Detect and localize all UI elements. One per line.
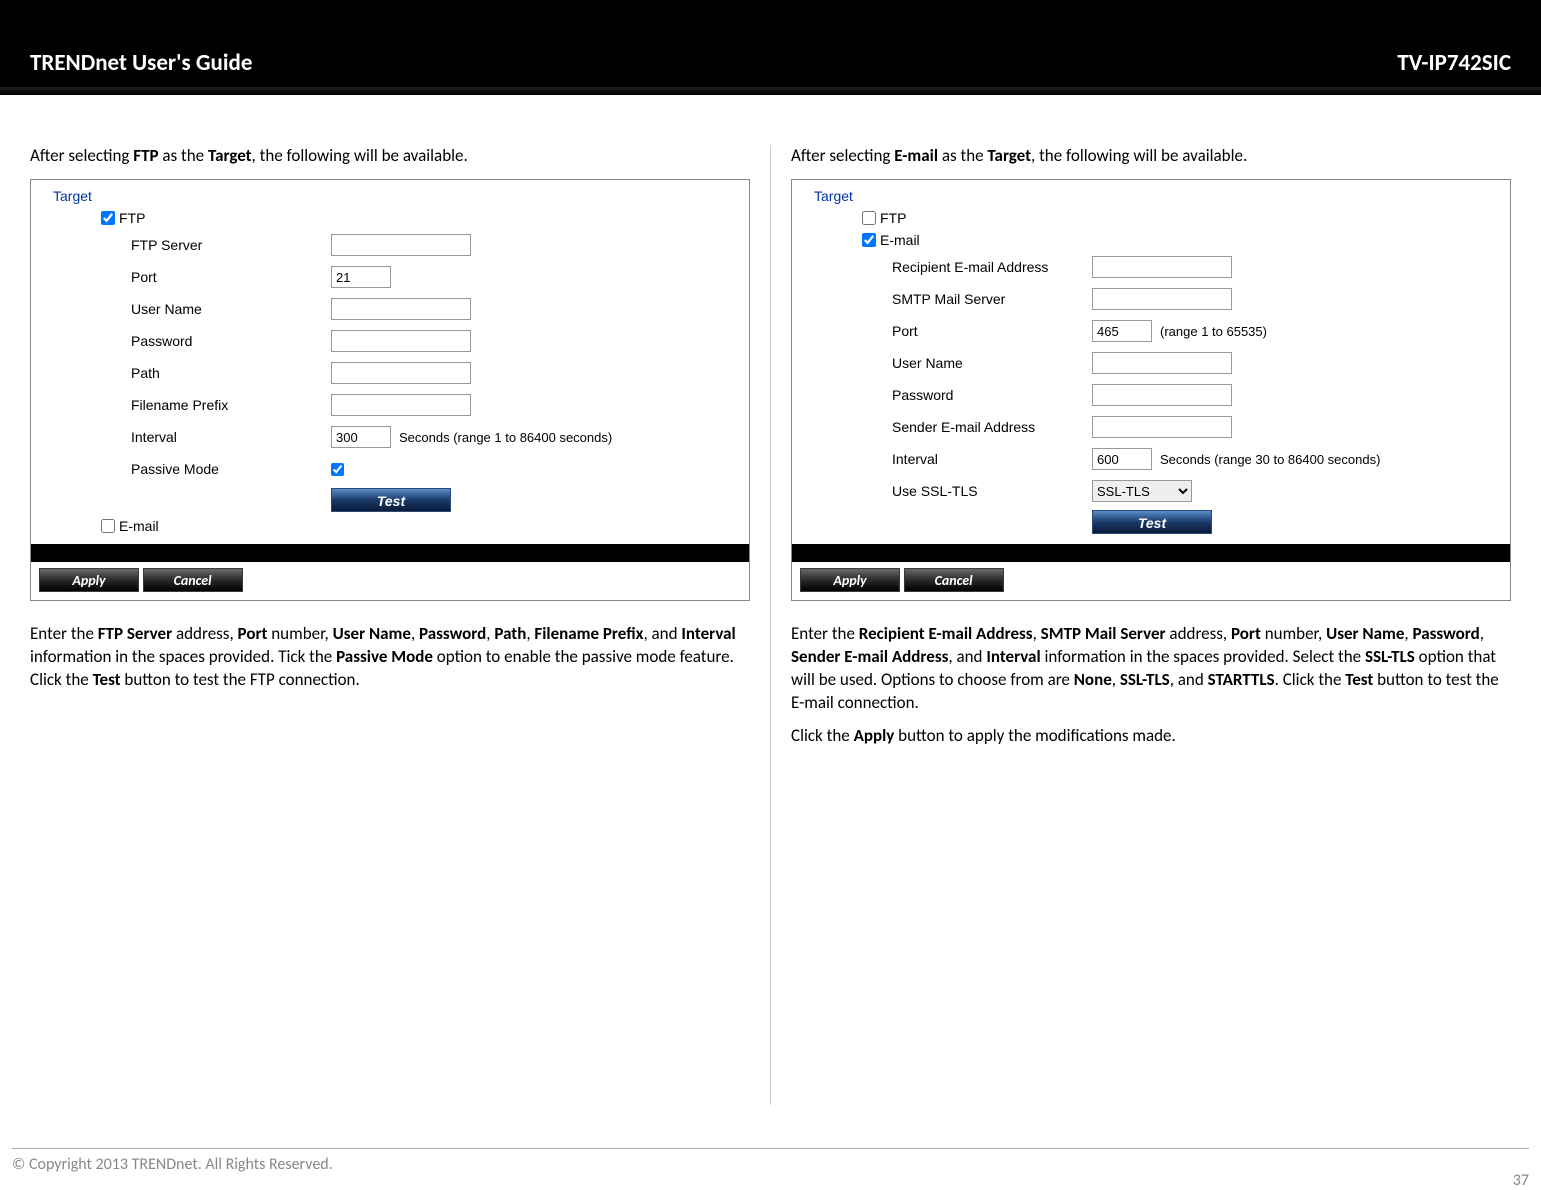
email-ftp-checkbox-row: FTP (802, 210, 1500, 226)
divider-strip-email (792, 544, 1510, 562)
ftp-email-label: E-mail (119, 518, 159, 534)
ftp-test-button[interactable]: Test (331, 488, 451, 512)
model-number: TV-IP742SIC (1397, 49, 1511, 77)
email-intro: After selecting E-mail as the Target, th… (791, 145, 1510, 167)
ftp-interval-input[interactable] (331, 426, 391, 448)
ftp-user-input[interactable] (331, 298, 471, 320)
email-password-label: Password (892, 387, 1092, 403)
ftp-description: Enter the FTP Server address, Port numbe… (30, 623, 750, 692)
ftp-passive-checkbox[interactable] (331, 463, 344, 476)
email-apply-button[interactable]: Apply (800, 568, 900, 592)
ftp-path-label: Path (131, 365, 331, 381)
ftp-checkbox[interactable] (101, 211, 115, 225)
left-column: After selecting FTP as the Target, the f… (10, 145, 770, 1105)
target-heading-email: Target (802, 188, 1500, 204)
email-checkbox-label: E-mail (880, 232, 920, 248)
email-user-input[interactable] (1092, 352, 1232, 374)
ftp-user-label: User Name (131, 301, 331, 317)
email-interval-hint: Seconds (range 30 to 86400 seconds) (1160, 452, 1380, 467)
ftp-intro: After selecting FTP as the Target, the f… (30, 145, 750, 167)
ftp-server-input[interactable] (331, 234, 471, 256)
ftp-path-input[interactable] (331, 362, 471, 384)
ftp-password-input[interactable] (331, 330, 471, 352)
email-interval-input[interactable] (1092, 448, 1152, 470)
sender-label: Sender E-mail Address (892, 419, 1092, 435)
sender-input[interactable] (1092, 416, 1232, 438)
email-checkbox-row2: E-mail (802, 232, 1500, 248)
ftp-port-input[interactable] (331, 266, 391, 288)
ftp-cancel-button[interactable]: Cancel (143, 568, 243, 592)
ftp-interval-hint: Seconds (range 1 to 86400 seconds) (399, 430, 612, 445)
page-footer: © Copyright 2013 TRENDnet. All Rights Re… (12, 1148, 1529, 1174)
divider-strip (31, 544, 749, 562)
guide-title: TRENDnet User's Guide (30, 49, 252, 77)
page-number: 37 (1513, 1171, 1529, 1190)
content-columns: After selecting FTP as the Target, the f… (0, 95, 1541, 1105)
ftp-password-label: Password (131, 333, 331, 349)
email-port-input[interactable] (1092, 320, 1152, 342)
email-interval-label: Interval (892, 451, 1092, 467)
email-ftp-label: FTP (880, 210, 906, 226)
ftp-interval-label: Interval (131, 429, 331, 445)
email-screenshot: Target FTP E-mail Recipient E-mail Addre… (791, 179, 1511, 601)
page-header: TRENDnet User's Guide TV-IP742SIC (0, 0, 1541, 95)
email-ftp-checkbox[interactable] (862, 211, 876, 225)
smtp-input[interactable] (1092, 288, 1232, 310)
email-checkbox-row: E-mail (41, 518, 739, 534)
ftp-checkbox-row: FTP (41, 210, 739, 226)
email-port-hint: (range 1 to 65535) (1160, 324, 1267, 339)
email-test-button[interactable]: Test (1092, 510, 1212, 534)
email-checkbox[interactable] (862, 233, 876, 247)
ssl-select[interactable]: SSL-TLS (1092, 480, 1192, 502)
email-port-label: Port (892, 323, 1092, 339)
apply-description: Click the Apply button to apply the modi… (791, 725, 1510, 748)
right-column: After selecting E-mail as the Target, th… (770, 145, 1530, 1105)
ftp-server-label: FTP Server (131, 237, 331, 253)
ftp-email-checkbox[interactable] (101, 519, 115, 533)
ftp-prefix-label: Filename Prefix (131, 397, 331, 413)
target-heading: Target (41, 188, 739, 204)
copyright-text: © Copyright 2013 TRENDnet. All Rights Re… (12, 1155, 333, 1174)
recipient-input[interactable] (1092, 256, 1232, 278)
ftp-apply-button[interactable]: Apply (39, 568, 139, 592)
email-cancel-button[interactable]: Cancel (904, 568, 1004, 592)
ssl-label: Use SSL-TLS (892, 483, 1092, 499)
email-password-input[interactable] (1092, 384, 1232, 406)
email-description: Enter the Recipient E-mail Address, SMTP… (791, 623, 1510, 715)
recipient-label: Recipient E-mail Address (892, 259, 1092, 275)
ftp-checkbox-label: FTP (119, 210, 145, 226)
smtp-label: SMTP Mail Server (892, 291, 1092, 307)
email-user-label: User Name (892, 355, 1092, 371)
ftp-port-label: Port (131, 269, 331, 285)
ftp-screenshot: Target FTP FTP Server Port User Name Pas… (30, 179, 750, 601)
ftp-prefix-input[interactable] (331, 394, 471, 416)
ftp-passive-label: Passive Mode (131, 461, 331, 477)
